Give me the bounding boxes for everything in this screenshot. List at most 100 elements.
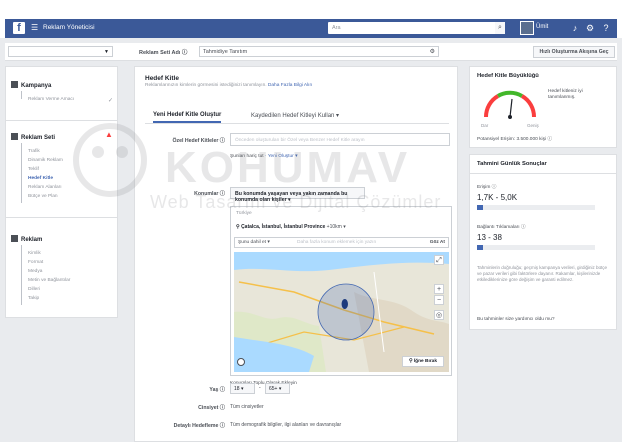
locate-icon[interactable]: ◎ [434, 310, 444, 320]
clicks-value: 13 - 38 [477, 233, 502, 242]
detailed-targeting-label-text: Detaylı Hedefleme [173, 423, 219, 429]
info-icon[interactable] [237, 358, 245, 366]
search-icon[interactable]: ⌕ [495, 22, 505, 34]
location-type-dropdown[interactable]: Bu konumda yaşayan veya yakın zamanda bu… [230, 187, 365, 203]
age-min-select[interactable]: 18 ▾ [230, 383, 255, 394]
location-box: Türkiye ⚲ Çatalca, İstanbul, İstanbul Pr… [230, 206, 452, 376]
divider [6, 120, 117, 121]
include-dropdown[interactable]: Şunu dahil et ▾ [238, 240, 270, 245]
locations-label-text: Konumlar [194, 191, 219, 197]
sidebar-item-placements[interactable]: Reklam Alanları [28, 185, 62, 190]
age-max-select[interactable]: 65+ ▾ [265, 383, 290, 394]
zoom-in-icon[interactable]: + [434, 284, 444, 294]
expand-map-icon[interactable]: ⤢ [434, 255, 444, 265]
map-pin-icon[interactable]: ⬮ [341, 298, 351, 312]
city-name: Çatalca, İstanbul, İstanbul Province [241, 224, 326, 230]
create-new-link[interactable]: Yeni Oluştur ▾ [268, 154, 298, 159]
detailed-targeting-label: Detaylı Hedefleme ⓘ [173, 423, 225, 429]
sidebar-item-traffic[interactable]: Trafik [28, 149, 40, 154]
age-separator: - [259, 385, 261, 391]
reach-label: Erişim ⓘ [477, 185, 497, 190]
bell-icon[interactable]: ♪ [570, 23, 580, 33]
map[interactable]: ⬮ ⤢ + − ◎ ⚲ İğne Bırak [234, 252, 449, 372]
chevron-down-icon: ▼ [104, 49, 109, 55]
custom-audience-input[interactable]: Önceden oluşturulan bir Özel veya Benzer… [230, 133, 450, 146]
helpful-question[interactable]: Bu tahminler size yardımcı oldu mu? [477, 317, 555, 322]
search-input[interactable]: Ara [328, 22, 503, 34]
sidebar-item-audience[interactable]: Hedef Kitle [28, 176, 53, 181]
sidebar: Kampanya Reklam Verme Amacı ✓ Reklam Set… [5, 66, 118, 318]
sidebar-item-offer[interactable]: Teklif [28, 167, 39, 172]
locations-label: Konumlar ⓘ [194, 191, 225, 197]
user-name[interactable]: Ümit [536, 24, 548, 30]
audience-size-panel: Hedef Kitle Büyüklüğü Dar Geniş Hedef ki… [469, 66, 617, 148]
drop-pin-label: İğne Bırak [413, 359, 438, 364]
campaign-select[interactable]: ▼ [8, 46, 113, 57]
settings-icon[interactable]: ⚙ [430, 48, 435, 55]
help-icon[interactable]: ? [601, 23, 611, 33]
gauge-broad-label: Geniş [527, 123, 539, 128]
sidebar-adset-heading[interactable]: Reklam Seti [11, 133, 55, 141]
avatar[interactable] [520, 21, 534, 35]
gender-value[interactable]: Tüm cinsiyetler [230, 404, 264, 410]
reach-bar-fill [477, 205, 483, 210]
potential-reach: Potansiyel Erişim: 3.500.000 kişi ⓘ [477, 137, 553, 142]
adset-name-label-text: Reklam Seti Adı [139, 50, 181, 56]
city-item[interactable]: ⚲ Çatalca, İstanbul, İstanbul Province +… [236, 224, 346, 230]
daily-estimates-panel: Tahmini Günlük Sonuçlar Erişim ⓘ 1,7K - … [469, 154, 617, 330]
audience-gauge-icon [483, 90, 537, 119]
browse-button[interactable]: Göz At [430, 240, 445, 245]
tree-line [21, 91, 22, 99]
clicks-bar [477, 245, 595, 250]
quick-creation-button[interactable]: Hızlı Oluşturma Akışına Geç [533, 46, 615, 58]
radius-dropdown[interactable]: +10km ▾ [327, 224, 346, 230]
divider [470, 173, 616, 174]
custom-audience-links: Şunları hariç tut · Yeni Oluştur ▾ [230, 154, 298, 159]
estimates-description: Tahminlerin doğruluğu; geçmiş kampanya v… [477, 265, 608, 282]
sidebar-item-tracking[interactable]: Takip [28, 296, 39, 301]
sidebar-ad-heading[interactable]: Reklam [11, 235, 42, 243]
sidebar-campaign-title: Kampanya [21, 83, 52, 89]
custom-audience-label: Özel Hedef Kitleler ⓘ [172, 138, 225, 144]
detailed-targeting-value[interactable]: Tüm demografik bilgiler, ilgi alanları v… [230, 422, 341, 428]
app-title: Reklam Yöneticisi [43, 24, 95, 31]
sidebar-item-languages[interactable]: Dilleri [28, 287, 40, 292]
page-subtitle: Reklamlarınızın kimlerin görmesini isted… [145, 83, 312, 88]
sidebar-item-budget[interactable]: Bütçe ve Plan [28, 194, 58, 199]
adset-icon [11, 133, 18, 140]
learn-more-link[interactable]: Daha Fazla Bilgi Alın [268, 83, 312, 88]
campaign-icon [11, 81, 18, 88]
reach-bar [477, 205, 595, 210]
age-label-text: Yaş [209, 387, 219, 393]
sidebar-ad-title: Reklam [21, 237, 43, 243]
sidebar-item-media[interactable]: Medya [28, 269, 42, 274]
location-search-input[interactable]: Şunu dahil et ▾ Daha fazla konum eklemek… [234, 237, 449, 248]
tree-line [21, 143, 22, 203]
sidebar-adset-title: Reklam Seti [21, 135, 56, 141]
clicks-label: Bağlantı Tıklamaları ⓘ [477, 225, 526, 230]
zoom-out-icon[interactable]: − [434, 295, 444, 305]
hamburger-menu-icon[interactable]: ☰ [31, 24, 39, 32]
ad-icon [11, 235, 18, 242]
exclude-link[interactable]: Şunları hariç tut [230, 154, 264, 159]
sidebar-item-text-links[interactable]: Metin ve Bağlantılar [28, 278, 70, 283]
check-icon: ✓ [108, 98, 114, 104]
tab-saved-audience[interactable]: Kaydedilen Hedef Kitleyi Kullan ▾ [251, 112, 339, 119]
drop-pin-button[interactable]: ⚲ İğne Bırak [402, 356, 444, 367]
tab-create-new[interactable]: Yeni Hedef Kitle Oluştur [153, 112, 222, 123]
warning-icon: ▲ [105, 130, 113, 139]
sidebar-item-identity[interactable]: Kimlik [28, 251, 41, 256]
adset-name-value: Tahmidiye Tanıtım [203, 49, 248, 55]
facebook-logo[interactable]: f [13, 22, 25, 34]
country-label: Türkiye [236, 211, 252, 216]
sidebar-campaign-heading[interactable]: Kampanya [11, 81, 51, 89]
clicks-bar-fill [477, 245, 483, 250]
sidebar-item-dynamic[interactable]: Dinamik Reklam [28, 158, 63, 163]
adset-name-input[interactable]: Tahmidiye Tanıtım ⚙ [199, 46, 439, 57]
subtitle-text: Reklamlarınızın kimlerin görmesini isted… [145, 83, 267, 88]
sidebar-item-format[interactable]: Format [28, 260, 43, 265]
audience-size-title: Hedef Kitle Büyüklüğü [477, 73, 539, 79]
age-label: Yaş ⓘ [209, 387, 225, 393]
sidebar-item-objective[interactable]: Reklam Verme Amacı [28, 97, 74, 102]
gear-icon[interactable]: ⚙ [585, 23, 595, 33]
